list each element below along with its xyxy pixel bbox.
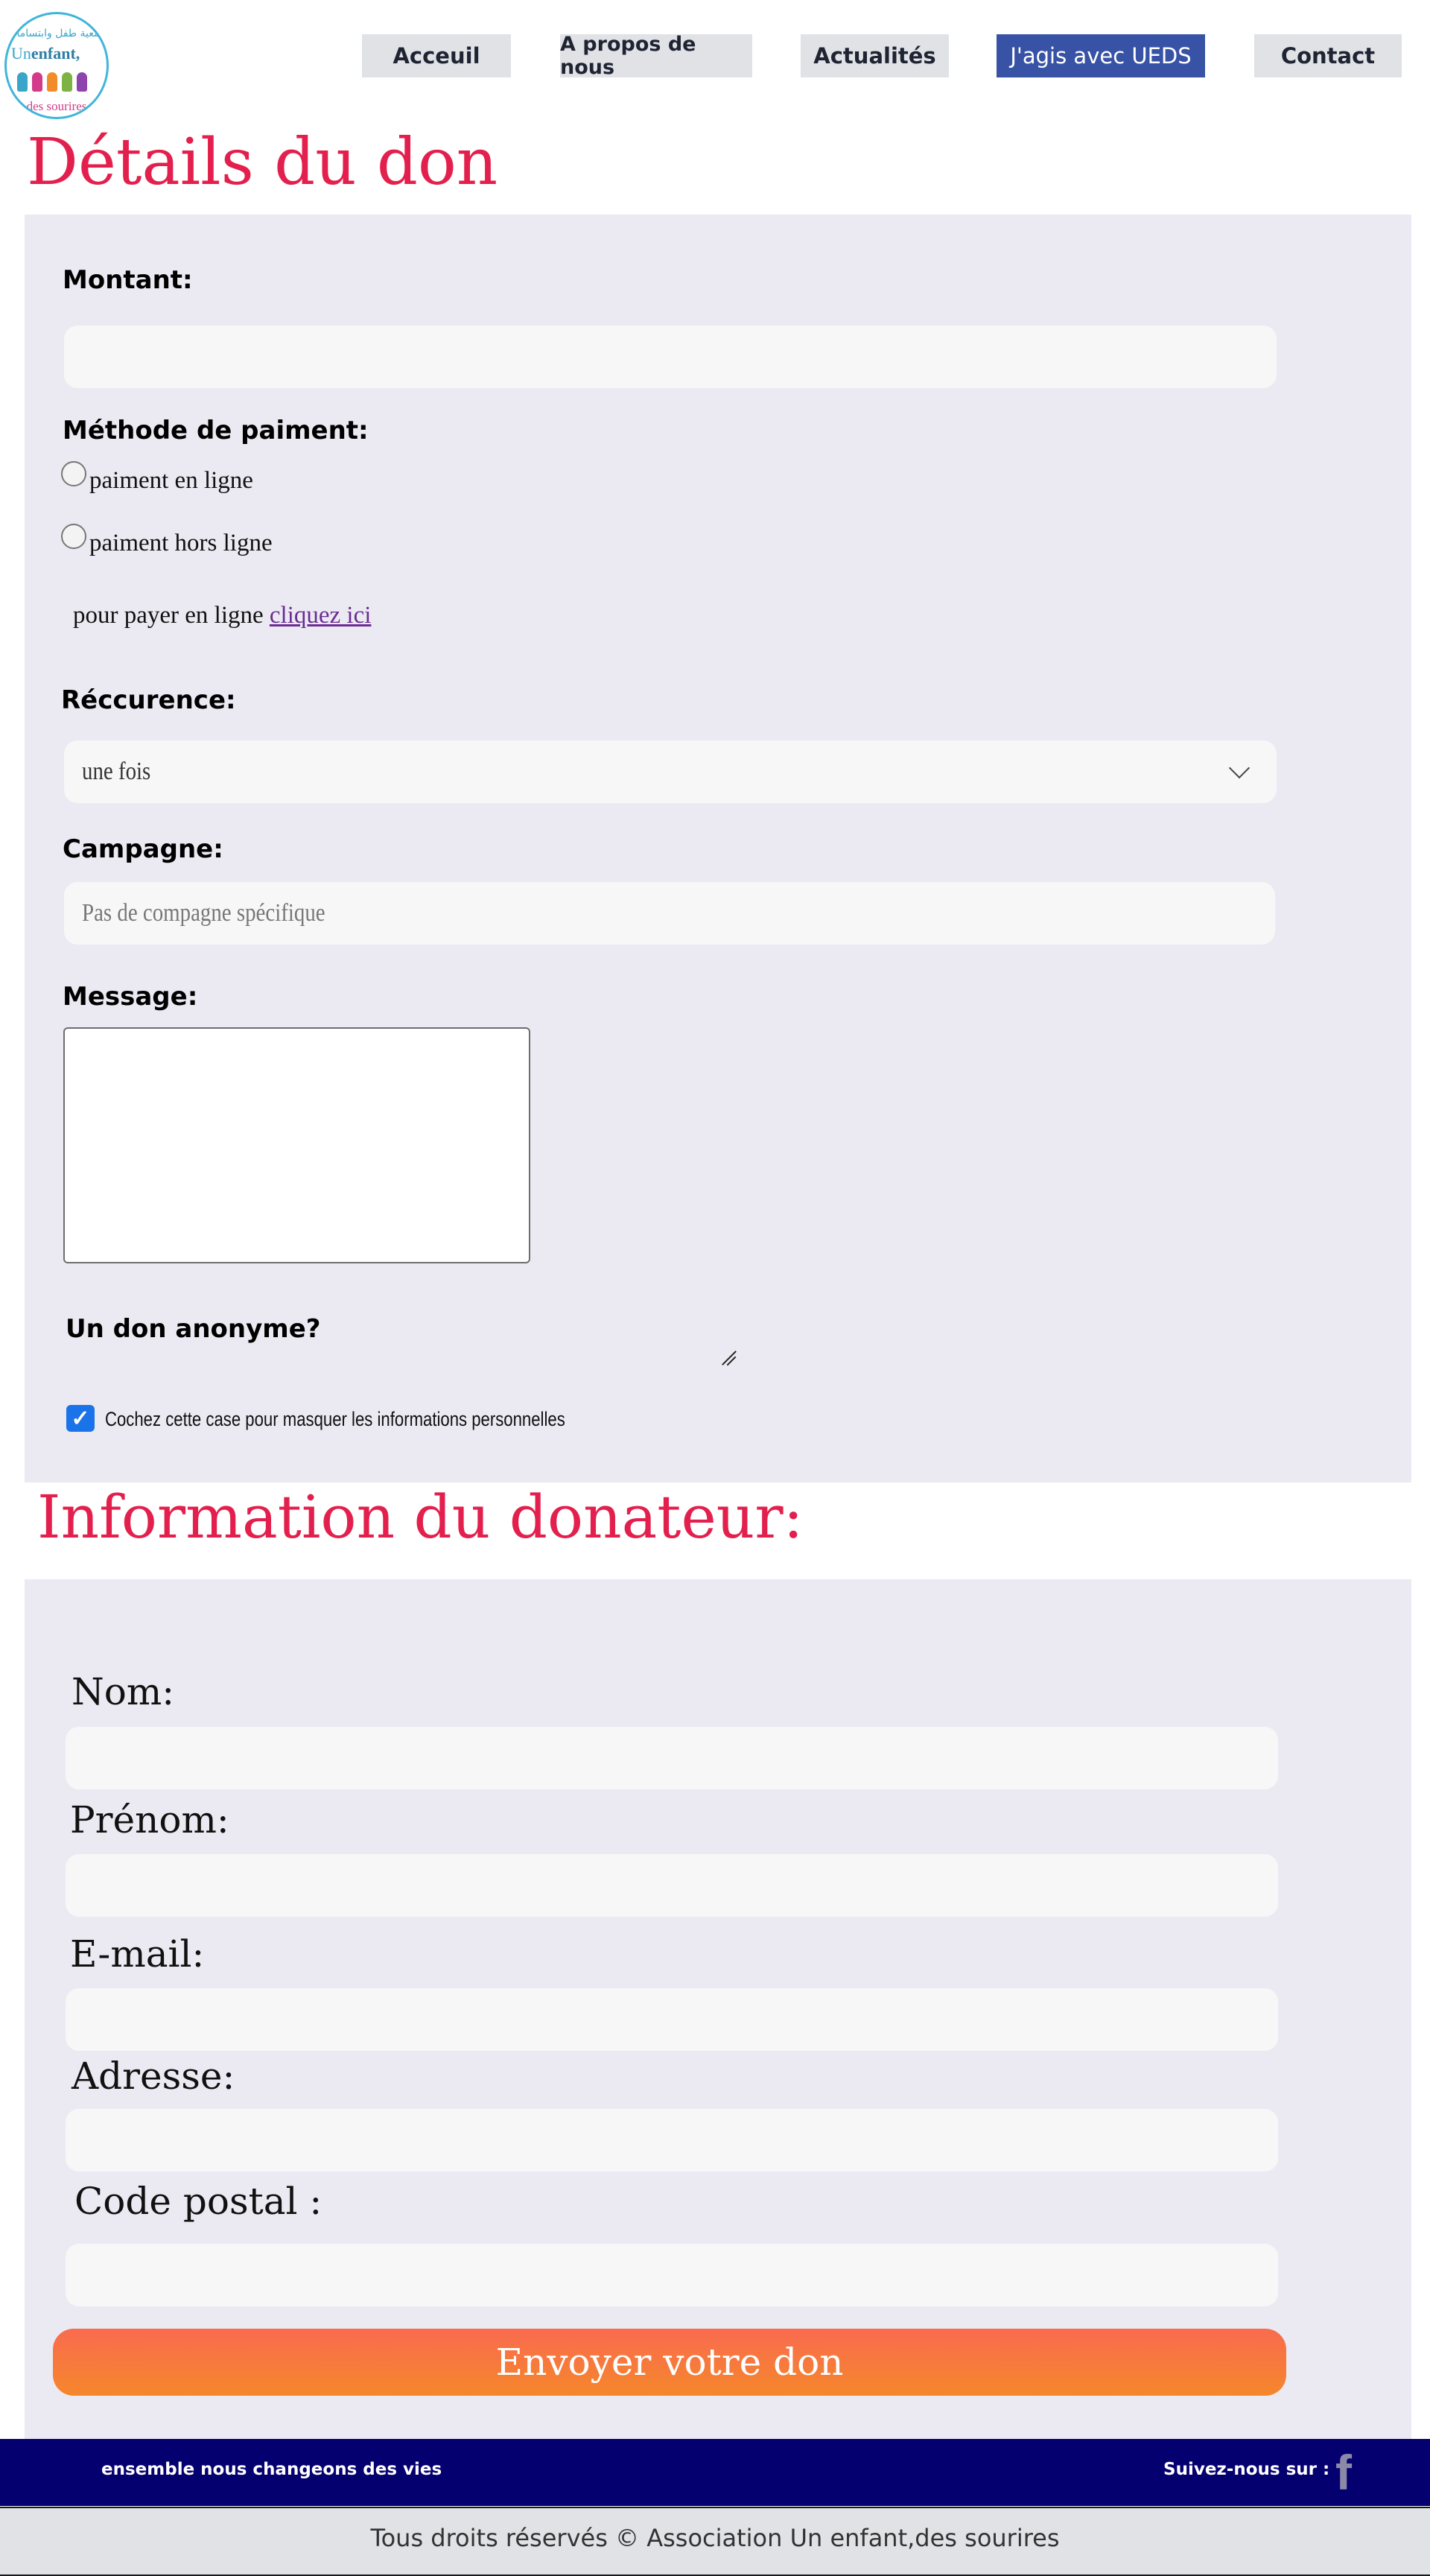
logo-tagline: des sourires xyxy=(26,99,87,113)
resize-handle-icon[interactable] xyxy=(718,1350,737,1366)
pay-online-line: pour payer en ligne cliquez ici xyxy=(73,602,371,629)
nav-a-propos[interactable]: A propos de nous xyxy=(560,33,752,79)
amount-label: Montant: xyxy=(63,265,193,295)
logo-name: Unenfant, xyxy=(11,44,80,63)
pay-online-link[interactable]: cliquez ici xyxy=(270,602,372,629)
anonymous-checkbox[interactable]: ✓ xyxy=(66,1405,95,1432)
nom-input[interactable] xyxy=(66,1727,1278,1789)
submit-donation-button[interactable]: Envoyer votre don xyxy=(53,2329,1286,2396)
amount-input[interactable] xyxy=(64,326,1277,388)
copyright-text: Tous droits réservés © Association Un en… xyxy=(370,2524,1060,2552)
recurrence-label: Réccurence: xyxy=(61,685,236,715)
logo[interactable]: جمعية طفل وابتسامات Unenfant, des sourir… xyxy=(4,12,109,119)
chevron-down-icon xyxy=(1228,757,1251,779)
nav-accueil[interactable]: Acceuil xyxy=(362,34,511,77)
logo-arabic-text: جمعية طفل وابتسامات xyxy=(7,28,107,39)
prenom-label: Prénom: xyxy=(70,1798,229,1841)
recurrence-select[interactable]: une fois xyxy=(64,740,1277,803)
anonymous-label: Un don anonyme? xyxy=(66,1314,321,1344)
email-input[interactable] xyxy=(66,1988,1278,2051)
message-label: Message: xyxy=(63,982,198,1012)
email-label: E-mail: xyxy=(70,1932,205,1976)
donor-heading: Information du donateur: xyxy=(37,1482,804,1552)
payment-offline-label[interactable]: paiment hors ligne xyxy=(89,530,273,557)
footer-follow-label: Suivez-nous sur : xyxy=(1163,2460,1330,2479)
donation-form-panel xyxy=(25,215,1411,1482)
nav-contact[interactable]: Contact xyxy=(1254,34,1402,77)
nav-jagis-avec-ueds[interactable]: J'agis avec UEDS xyxy=(997,34,1205,77)
code-postal-input[interactable] xyxy=(66,2244,1278,2306)
payment-method-label: Méthode de paiment: xyxy=(63,416,369,445)
payment-offline-radio[interactable] xyxy=(61,524,86,549)
recurrence-value: une fois xyxy=(82,758,151,785)
anonymous-checkbox-label: Cochez cette case pour masquer les infor… xyxy=(105,1408,565,1430)
facebook-icon[interactable]: f xyxy=(1329,2448,1358,2497)
campaign-placeholder: Pas de compagne spécifique xyxy=(82,899,325,927)
nom-label: Nom: xyxy=(72,1670,175,1713)
code-postal-label: Code postal : xyxy=(74,2180,322,2223)
payment-online-radio[interactable] xyxy=(61,461,86,486)
campaign-input[interactable]: Pas de compagne spécifique xyxy=(64,882,1275,945)
pay-online-text: pour payer en ligne xyxy=(73,602,264,629)
children-illustration-icon xyxy=(17,72,99,95)
nav-actualites[interactable]: Actualités xyxy=(801,34,949,77)
campaign-label: Campagne: xyxy=(63,834,223,864)
adresse-label: Adresse: xyxy=(72,2055,235,2098)
adresse-input[interactable] xyxy=(66,2109,1278,2171)
donation-heading: Détails du don xyxy=(27,125,498,200)
footer-slogan: ensemble nous changeons des vies xyxy=(101,2460,442,2479)
payment-online-label[interactable]: paiment en ligne xyxy=(89,467,253,495)
prenom-input[interactable] xyxy=(66,1854,1278,1917)
message-textarea[interactable] xyxy=(63,1027,530,1263)
